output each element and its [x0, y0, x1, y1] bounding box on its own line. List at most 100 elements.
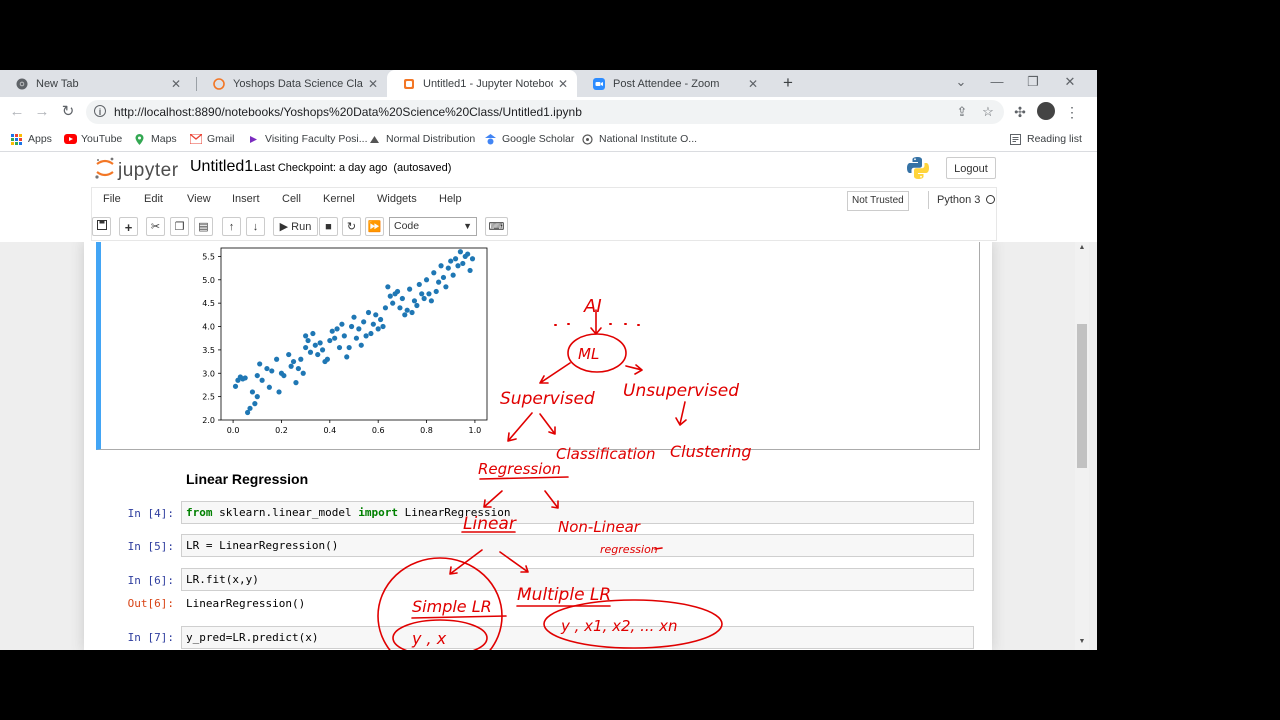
ink-underline-simple [411, 615, 507, 619]
menu-widgets[interactable]: Widgets [377, 193, 417, 205]
close-icon[interactable]: ✕ [553, 77, 573, 91]
autosave-status: (autosaved) [393, 162, 452, 174]
menu-insert[interactable]: Insert [232, 193, 260, 205]
extensions-puzzle-icon[interactable]: ✣ [1010, 102, 1030, 122]
zoom-icon [593, 77, 605, 90]
menu-view[interactable]: View [187, 193, 211, 205]
ink-label-nonlinear: Non-Linear [558, 518, 641, 536]
tab-new-tab[interactable]: New Tab ✕ [0, 70, 190, 97]
bookmark-label: National Institute O... [599, 133, 698, 145]
tab-label: New Tab [36, 77, 79, 90]
paste-button[interactable]: ▤ [194, 217, 213, 236]
tab-label: Yoshops Data Science Class/ [233, 77, 363, 90]
browser-window: New Tab ✕ Yoshops Data Science Class/ ✕ … [0, 70, 1097, 650]
bookmark-maps[interactable]: Maps [134, 131, 177, 147]
insert-cell-button[interactable]: + [119, 217, 138, 236]
bookmark-visiting-faculty[interactable]: Visiting Faculty Posi... [248, 131, 368, 147]
cut-button[interactable]: ✂ [146, 217, 165, 236]
fast-forward-icon: ⏩ [367, 221, 382, 233]
pen-annotations: AI ML Supervised Unsupervised Classifica… [377, 296, 752, 650]
menu-edit[interactable]: Edit [144, 193, 163, 205]
tab-yoshops-class[interactable]: Yoshops Data Science Class/ ✕ [197, 70, 387, 97]
ink-arrow-to-clustering [675, 401, 687, 426]
stop-icon: ■ [325, 221, 332, 233]
ink-arrow-to-linear [483, 490, 503, 508]
scrollbar-thumb[interactable] [1077, 324, 1087, 468]
apps-grid-icon [11, 133, 22, 145]
jupyter-menubar: File Edit View Insert Cell Kernel Widget… [91, 187, 997, 213]
command-palette-button[interactable]: ⌨ [485, 217, 508, 236]
play-icon: ▶ [279, 221, 289, 233]
ink-label-y-x: y , x [411, 629, 447, 648]
paste-icon: ▤ [198, 221, 209, 233]
trust-status-button[interactable]: Not Trusted [847, 191, 909, 211]
bookmark-gmail[interactable]: Gmail [189, 131, 234, 147]
ink-label-classification: Classification [556, 445, 656, 463]
move-down-button[interactable]: ↓ [246, 217, 265, 236]
cell-type-select[interactable]: Code ▼ [389, 217, 477, 236]
profile-avatar[interactable] [1037, 102, 1055, 120]
ink-arrow-to-multiple [499, 551, 529, 573]
copy-icon: ❐ [174, 221, 185, 233]
bookmark-apps[interactable]: Apps [11, 131, 52, 147]
bookmark-normal-distribution[interactable]: Normal Distribution [369, 131, 475, 147]
window-close-icon[interactable]: ✕ [1052, 70, 1088, 97]
bookmark-national-institute[interactable]: National Institute O... [582, 131, 697, 147]
run-label: Run [291, 221, 312, 233]
move-up-button[interactable]: ↑ [222, 217, 241, 236]
scissors-icon: ✂ [150, 221, 161, 233]
bookmark-label: Normal Distribution [386, 133, 476, 145]
scroll-up-icon[interactable]: ▲ [1075, 244, 1089, 251]
more-menu-icon[interactable]: ⋮ [1062, 102, 1082, 122]
logout-button[interactable]: Logout [946, 157, 996, 179]
restart-button[interactable]: ↻ [342, 217, 361, 236]
bookmark-google-scholar[interactable]: Google Scholar [485, 131, 574, 147]
menu-cell[interactable]: Cell [282, 193, 301, 205]
scroll-down-icon[interactable]: ▼ [1075, 638, 1089, 645]
tab-label: Untitled1 - Jupyter Notebook [423, 77, 553, 90]
run-button[interactable]: ▶ Run [273, 217, 318, 236]
close-icon[interactable]: ✕ [363, 77, 383, 91]
youtube-icon [64, 133, 77, 145]
menu-help[interactable]: Help [439, 193, 462, 205]
ink-label-regression: Regression [478, 460, 561, 478]
menu-kernel[interactable]: Kernel [323, 193, 355, 205]
back-arrow-icon[interactable]: ← [7, 102, 27, 122]
ink-arrow-to-unsupervised [625, 364, 643, 375]
new-tab-plus-icon[interactable]: + [778, 72, 798, 94]
tab-zoom[interactable]: Post Attendee - Zoom ✕ [577, 70, 767, 97]
reading-list-icon [1010, 133, 1021, 145]
ink-label-simple-lr: Simple LR [412, 597, 492, 616]
address-bar[interactable]: i http://localhost:8890/notebooks/Yoshop… [86, 100, 1004, 124]
jupyter-logo[interactable]: jupyter [94, 156, 179, 185]
restart-icon: ↻ [346, 221, 357, 233]
notebook-title[interactable]: Untitled1 [190, 158, 253, 176]
ink-label-nonlinear-regression: regression [600, 543, 658, 556]
kernel-name[interactable]: Python 3 [928, 191, 980, 209]
close-icon[interactable]: ✕ [166, 77, 186, 91]
share-icon[interactable]: ⇪ [954, 104, 970, 120]
minimize-icon[interactable]: — [979, 70, 1015, 97]
chrome-icon [16, 78, 28, 90]
bookmark-star-icon[interactable]: ☆ [980, 104, 996, 120]
restore-icon[interactable]: ❐ [1015, 70, 1051, 97]
maps-icon [134, 133, 145, 145]
ink-label-ai: AI [583, 296, 602, 317]
bookmark-label: Maps [151, 133, 177, 145]
reload-icon[interactable]: ↻ [58, 102, 78, 122]
tab-search-chevron-icon[interactable]: ⌄ [943, 70, 979, 97]
interrupt-button[interactable]: ■ [319, 217, 338, 236]
gmail-icon [189, 133, 203, 145]
site-info-icon[interactable]: i [94, 105, 106, 117]
menu-file[interactable]: File [103, 193, 121, 205]
save-button[interactable] [92, 217, 111, 236]
forward-arrow-icon[interactable]: → [32, 102, 52, 122]
reading-list-button[interactable]: Reading list [1010, 131, 1082, 147]
tab-untitled1-notebook[interactable]: Untitled1 - Jupyter Notebook ✕ [387, 70, 577, 97]
bookmark-youtube[interactable]: YouTube [64, 131, 122, 147]
close-icon[interactable]: ✕ [743, 77, 763, 91]
bookmark-site-icon [248, 134, 259, 145]
restart-run-all-button[interactable]: ⏩ [365, 217, 384, 236]
vertical-scrollbar[interactable]: ▲ ▼ [1075, 242, 1089, 650]
copy-button[interactable]: ❐ [170, 217, 189, 236]
